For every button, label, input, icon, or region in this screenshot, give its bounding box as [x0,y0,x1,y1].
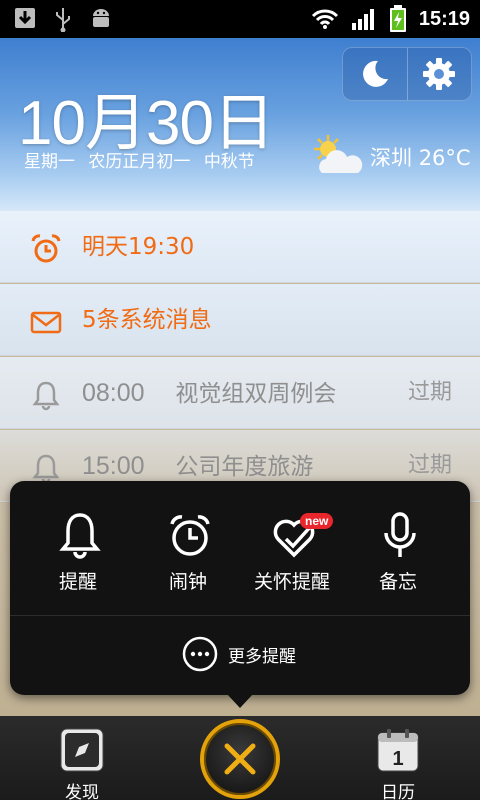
settings-button[interactable] [406,48,472,100]
popup-item-label: 提醒 [58,571,97,593]
message-row[interactable]: 5条系统消息 [0,284,480,356]
weather-temperature: 26°C [418,146,471,170]
popup-item-label: 备忘 [378,571,417,593]
popup-item-reminder[interactable]: 提醒 [26,511,130,601]
download-icon [15,8,35,28]
bell-icon [32,454,60,484]
festival: 中秋节 [203,152,255,172]
reminder-title: 公司年度旅游 [175,454,314,480]
reminder-title: 视觉组双周例会 [175,381,337,407]
compass-icon [60,728,104,772]
reminder-row[interactable]: 08:00 视觉组双周例会 过期 [0,357,480,429]
calendar-icon: 1 [377,729,419,772]
message-text: 5条系统消息 [82,307,212,333]
new-badge: new [300,513,334,529]
discover-label: 发现 [65,783,99,800]
date-details: 星期一 农历正月初一 中秋节 [24,147,263,172]
popup-item-label: 闹钟 [168,571,207,593]
close-button[interactable] [200,719,280,799]
date-header: 10月30日 星期一 农历正月初一 中秋节 深圳 26°C [0,38,480,211]
header-button-group [342,47,472,101]
calendar-label: 日历 [381,783,415,800]
popup-divider [10,615,470,616]
weather-city: 深圳 [370,146,412,170]
partly-sunny-icon [314,135,363,173]
night-mode-icon [362,60,388,87]
microphone-icon [384,512,416,557]
weather-text: 深圳 26°C [370,142,471,172]
popup-pointer [227,694,253,708]
more-dots-icon [182,636,218,672]
battery-charging-icon [389,5,406,32]
status-bar: 15:19 [0,0,480,38]
android-icon [93,9,109,27]
night-mode-button[interactable] [343,48,407,100]
wifi-icon [311,9,338,29]
signal-icon [351,9,374,30]
calendar-day: 1 [392,748,403,770]
mail-icon [30,311,62,334]
reminder-time: 08:00 [82,379,145,407]
popup-item-memo[interactable]: 备忘 [346,511,450,601]
reminder-text: 08:00 视觉组双周例会 [82,357,336,429]
alarm-row[interactable]: 明天19:30 [0,211,480,283]
close-icon [224,743,256,775]
calendar-button[interactable]: 1 日历 [358,728,438,800]
weather-widget[interactable]: 深圳 26°C [310,133,471,181]
add-reminder-popup: 提醒 闹钟 关怀提醒 new 备忘 更多提醒 [10,481,470,695]
discover-button[interactable]: 发现 [42,728,122,800]
settings-gear-icon [423,58,456,90]
lunar-date: 农历正月初一 [88,152,191,172]
reminder-status: 过期 [407,380,452,405]
popup-item-label: 关怀提醒 [253,571,330,593]
alarm-clock-icon [170,515,210,556]
alarm-time-text: 明天19:30 [82,234,195,260]
status-time: 15:19 [418,7,470,30]
weekday: 星期一 [24,152,75,172]
more-reminders-button[interactable]: 更多提醒 [182,636,296,672]
bell-icon [59,513,101,559]
usb-icon [56,8,70,32]
bell-icon [32,381,60,411]
more-reminders-label: 更多提醒 [228,646,296,667]
alarm-clock-icon [31,234,61,263]
popup-item-alarm[interactable]: 闹钟 [136,511,240,601]
